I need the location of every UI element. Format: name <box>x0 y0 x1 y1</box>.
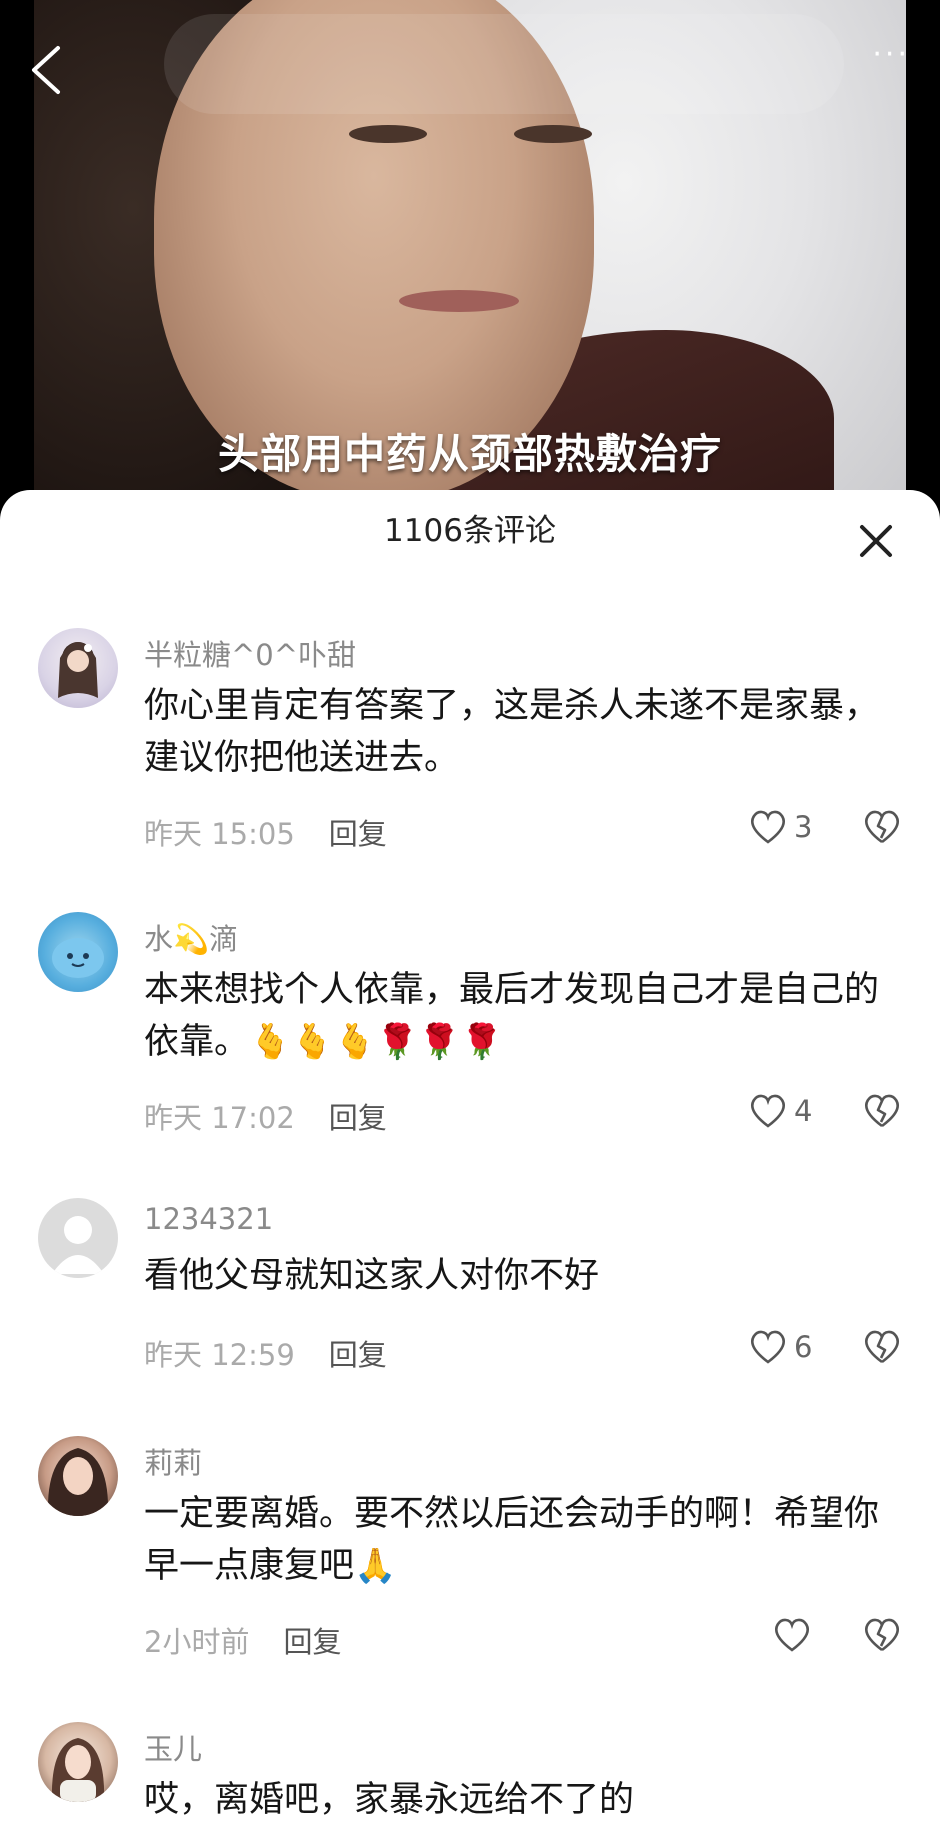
avatar-photo-icon <box>51 1738 105 1802</box>
dislike-button[interactable] <box>862 808 902 850</box>
comment-author[interactable]: 莉莉 <box>144 1440 202 1482</box>
reply-button[interactable]: 回复 <box>329 1101 387 1135</box>
broken-heart-icon <box>864 810 900 844</box>
comment-time: 昨天 17:02 <box>144 1101 295 1135</box>
sheet-header: 1106条评论 <box>0 490 940 572</box>
video-eye-right <box>514 125 592 143</box>
video-eye-left <box>349 125 427 143</box>
comment-meta: 2小时前 回复 <box>144 1619 341 1661</box>
comment-author[interactable]: 玉儿 <box>144 1726 202 1768</box>
like-button[interactable]: 3 <box>748 808 812 846</box>
video-player[interactable]: ··· 头部用中药从颈部热敷治疗 <box>0 0 940 520</box>
comment-time: 昨天 15:05 <box>144 817 295 851</box>
comment-author[interactable]: 半粒糖^0^卟甜 <box>144 632 356 674</box>
more-options-button[interactable]: ··· <box>872 40 910 70</box>
comment-text: 本来想找个人依靠，最后才发现自己才是自己的依靠。🫰🫰🫰🌹🌹🌹 <box>144 964 904 1068</box>
comment-text: 你心里肯定有答案了，这是杀人未遂不是家暴，建议你把他送进去。 <box>144 686 880 778</box>
reply-button[interactable]: 回复 <box>329 1338 387 1372</box>
broken-heart-icon <box>864 1618 900 1652</box>
close-button[interactable] <box>856 510 896 557</box>
dislike-button[interactable] <box>862 1092 902 1134</box>
avatar[interactable] <box>38 628 118 708</box>
broken-heart-icon <box>864 1094 900 1128</box>
comment-meta: 昨天 17:02 回复 <box>144 1095 387 1137</box>
comment-meta: 昨天 15:05 回复 <box>144 811 387 853</box>
like-button[interactable]: 4 <box>748 1092 812 1130</box>
avatar-girl-icon <box>58 642 98 698</box>
comment-count-title: 1106条评论 <box>384 513 556 549</box>
back-button[interactable] <box>22 40 72 100</box>
comment-text: 看他父母就知这家人对你不好 <box>144 1256 600 1296</box>
author-text-pre: 水 <box>144 922 174 956</box>
video-mouth <box>399 290 519 312</box>
comment-text: 哎，离婚吧，家暴永远给不了的 <box>144 1780 635 1820</box>
comment-meta: 昨天 12:59 回复 <box>144 1332 387 1374</box>
top-overlay-bar <box>164 14 844 114</box>
like-button[interactable]: 6 <box>748 1328 812 1366</box>
comment-text-body: 一定要离婚。要不然以后还会动手的啊！希望你早一点康复吧 <box>144 1494 880 1586</box>
chevron-left-icon <box>32 46 60 94</box>
comment-time: 2小时前 <box>144 1625 250 1659</box>
author-emoji: 💫 <box>173 922 210 956</box>
broken-heart-icon <box>864 1330 900 1364</box>
close-icon <box>860 525 892 557</box>
author-text-post: 滴 <box>209 922 239 956</box>
like-count: 6 <box>794 1330 813 1364</box>
comment-emoji: 🙏 <box>354 1546 397 1586</box>
comment-sheet: 1106条评论 半粒糖^0^卟甜 你心里肯定有答案了，这是杀人未遂不是家暴，建议… <box>0 490 940 1823</box>
heart-icon <box>750 1330 786 1364</box>
comment-time: 昨天 12:59 <box>144 1338 295 1372</box>
dislike-button[interactable] <box>862 1616 902 1658</box>
avatar[interactable] <box>38 1722 118 1802</box>
reply-button[interactable]: 回复 <box>329 817 387 851</box>
avatar[interactable] <box>38 1436 118 1516</box>
comment-emoji: 🫰🫰🫰🌹🌹🌹 <box>249 1022 504 1062</box>
video-subtitle: 头部用中药从颈部热敷治疗 <box>218 430 722 478</box>
comment-text: 一定要离婚。要不然以后还会动手的啊！希望你早一点康复吧🙏 <box>144 1488 904 1592</box>
comment-author[interactable]: 水💫滴 <box>144 916 238 958</box>
avatar-water-drop-icon <box>52 938 104 978</box>
comment-author[interactable]: 1234321 <box>144 1202 273 1236</box>
avatar-photo-icon <box>47 1448 109 1516</box>
default-avatar-icon <box>52 1216 104 1274</box>
dislike-button[interactable] <box>862 1328 902 1370</box>
like-count: 3 <box>794 810 813 844</box>
heart-icon <box>750 810 786 844</box>
like-count: 4 <box>794 1094 813 1128</box>
avatar[interactable] <box>38 912 118 992</box>
avatar[interactable] <box>38 1198 118 1278</box>
reply-button[interactable]: 回复 <box>283 1625 341 1659</box>
heart-icon <box>774 1618 810 1652</box>
heart-icon <box>750 1094 786 1128</box>
like-button[interactable] <box>772 1616 818 1654</box>
